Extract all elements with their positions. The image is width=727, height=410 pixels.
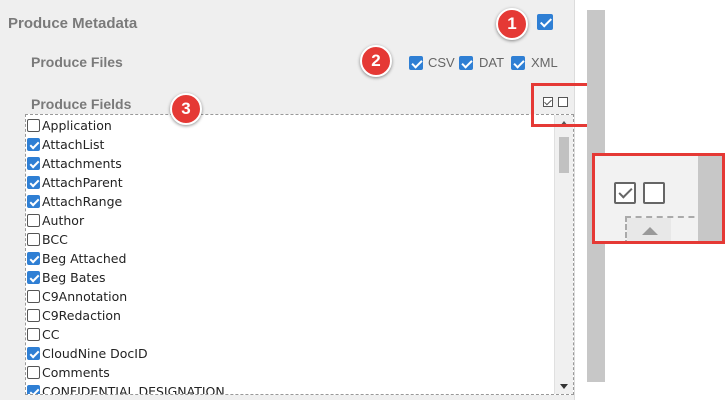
list-item[interactable]: C9Annotation [27, 287, 127, 306]
select-all-icon [614, 182, 636, 204]
list-item[interactable]: Attachments [27, 154, 122, 173]
field-checkbox[interactable] [27, 347, 40, 360]
field-checkbox[interactable] [27, 233, 40, 246]
csv-label: CSV [428, 55, 455, 70]
field-label: Author [42, 213, 85, 228]
field-checkbox[interactable] [27, 176, 40, 189]
field-label: CONFIDENTIAL DESIGNATION [42, 384, 225, 395]
field-checkbox[interactable] [27, 271, 40, 284]
field-label: Comments [42, 365, 110, 380]
field-label: C9Redaction [42, 308, 121, 323]
field-checkbox[interactable] [27, 385, 40, 394]
field-checkbox[interactable] [27, 290, 40, 303]
field-label: AttachParent [42, 175, 123, 190]
list-item[interactable]: C9Redaction [27, 306, 121, 325]
field-checkbox[interactable] [27, 214, 40, 227]
list-item[interactable]: AttachParent [27, 173, 123, 192]
zoomed-select-controls-callout [592, 153, 725, 244]
zoomed-scrollbar [698, 156, 722, 241]
list-item[interactable]: AttachList [27, 135, 104, 154]
field-checkbox[interactable] [27, 119, 40, 132]
produce-settings-panel: Produce Metadata Produce Files CSV DAT X… [0, 0, 575, 400]
xml-checkbox[interactable] [511, 56, 525, 70]
list-item[interactable]: Beg Bates [27, 268, 106, 287]
produce-fields-list[interactable]: Application AttachList Attachments Attac… [25, 114, 574, 395]
field-checkbox[interactable] [27, 328, 40, 341]
list-item[interactable]: CC [27, 325, 59, 344]
list-item[interactable]: Application [27, 116, 112, 135]
produce-metadata-label: Produce Metadata [8, 15, 138, 32]
field-label: Beg Attached [42, 251, 127, 266]
list-item[interactable]: Author [27, 211, 84, 230]
field-checkbox[interactable] [27, 309, 40, 322]
field-label: AttachRange [42, 194, 123, 209]
callout-badge-2: 2 [360, 45, 392, 77]
field-label: CloudNine DocID [42, 346, 148, 361]
field-checkbox[interactable] [27, 195, 40, 208]
list-item[interactable]: Beg Attached [27, 249, 126, 268]
field-label: C9Annotation [42, 289, 128, 304]
list-item[interactable]: AttachRange [27, 192, 122, 211]
field-label: Application [42, 118, 112, 133]
list-item[interactable]: CONFIDENTIAL DESIGNATION [27, 382, 225, 395]
field-checkbox[interactable] [27, 252, 40, 265]
deselect-all-icon [643, 182, 665, 204]
field-checkbox[interactable] [27, 157, 40, 170]
field-label: AttachList [42, 137, 105, 152]
produce-files-label: Produce Files [31, 54, 123, 70]
xml-label: XML [531, 55, 558, 70]
scroll-down-arrow-icon[interactable] [560, 384, 568, 389]
csv-checkbox[interactable] [409, 56, 423, 70]
dat-label: DAT [479, 55, 505, 70]
field-checkbox[interactable] [27, 366, 40, 379]
list-item[interactable]: CloudNine DocID [27, 344, 148, 363]
field-label: Attachments [42, 156, 122, 171]
produce-metadata-checkbox[interactable] [537, 14, 553, 30]
field-label: Beg Bates [42, 270, 106, 285]
callout-badge-3: 3 [170, 93, 202, 125]
dat-checkbox[interactable] [459, 56, 473, 70]
field-label: CC [42, 327, 60, 342]
field-label: BCC [42, 232, 68, 247]
field-checkbox[interactable] [27, 138, 40, 151]
list-scrollbar[interactable] [554, 115, 573, 394]
list-item[interactable]: Comments [27, 363, 110, 382]
callout-badge-1: 1 [496, 8, 528, 40]
list-item[interactable]: BCC [27, 230, 68, 249]
scrollbar-thumb[interactable] [559, 137, 569, 173]
produce-fields-label: Produce Fields [31, 96, 132, 112]
scroll-up-arrow-icon [642, 227, 658, 235]
